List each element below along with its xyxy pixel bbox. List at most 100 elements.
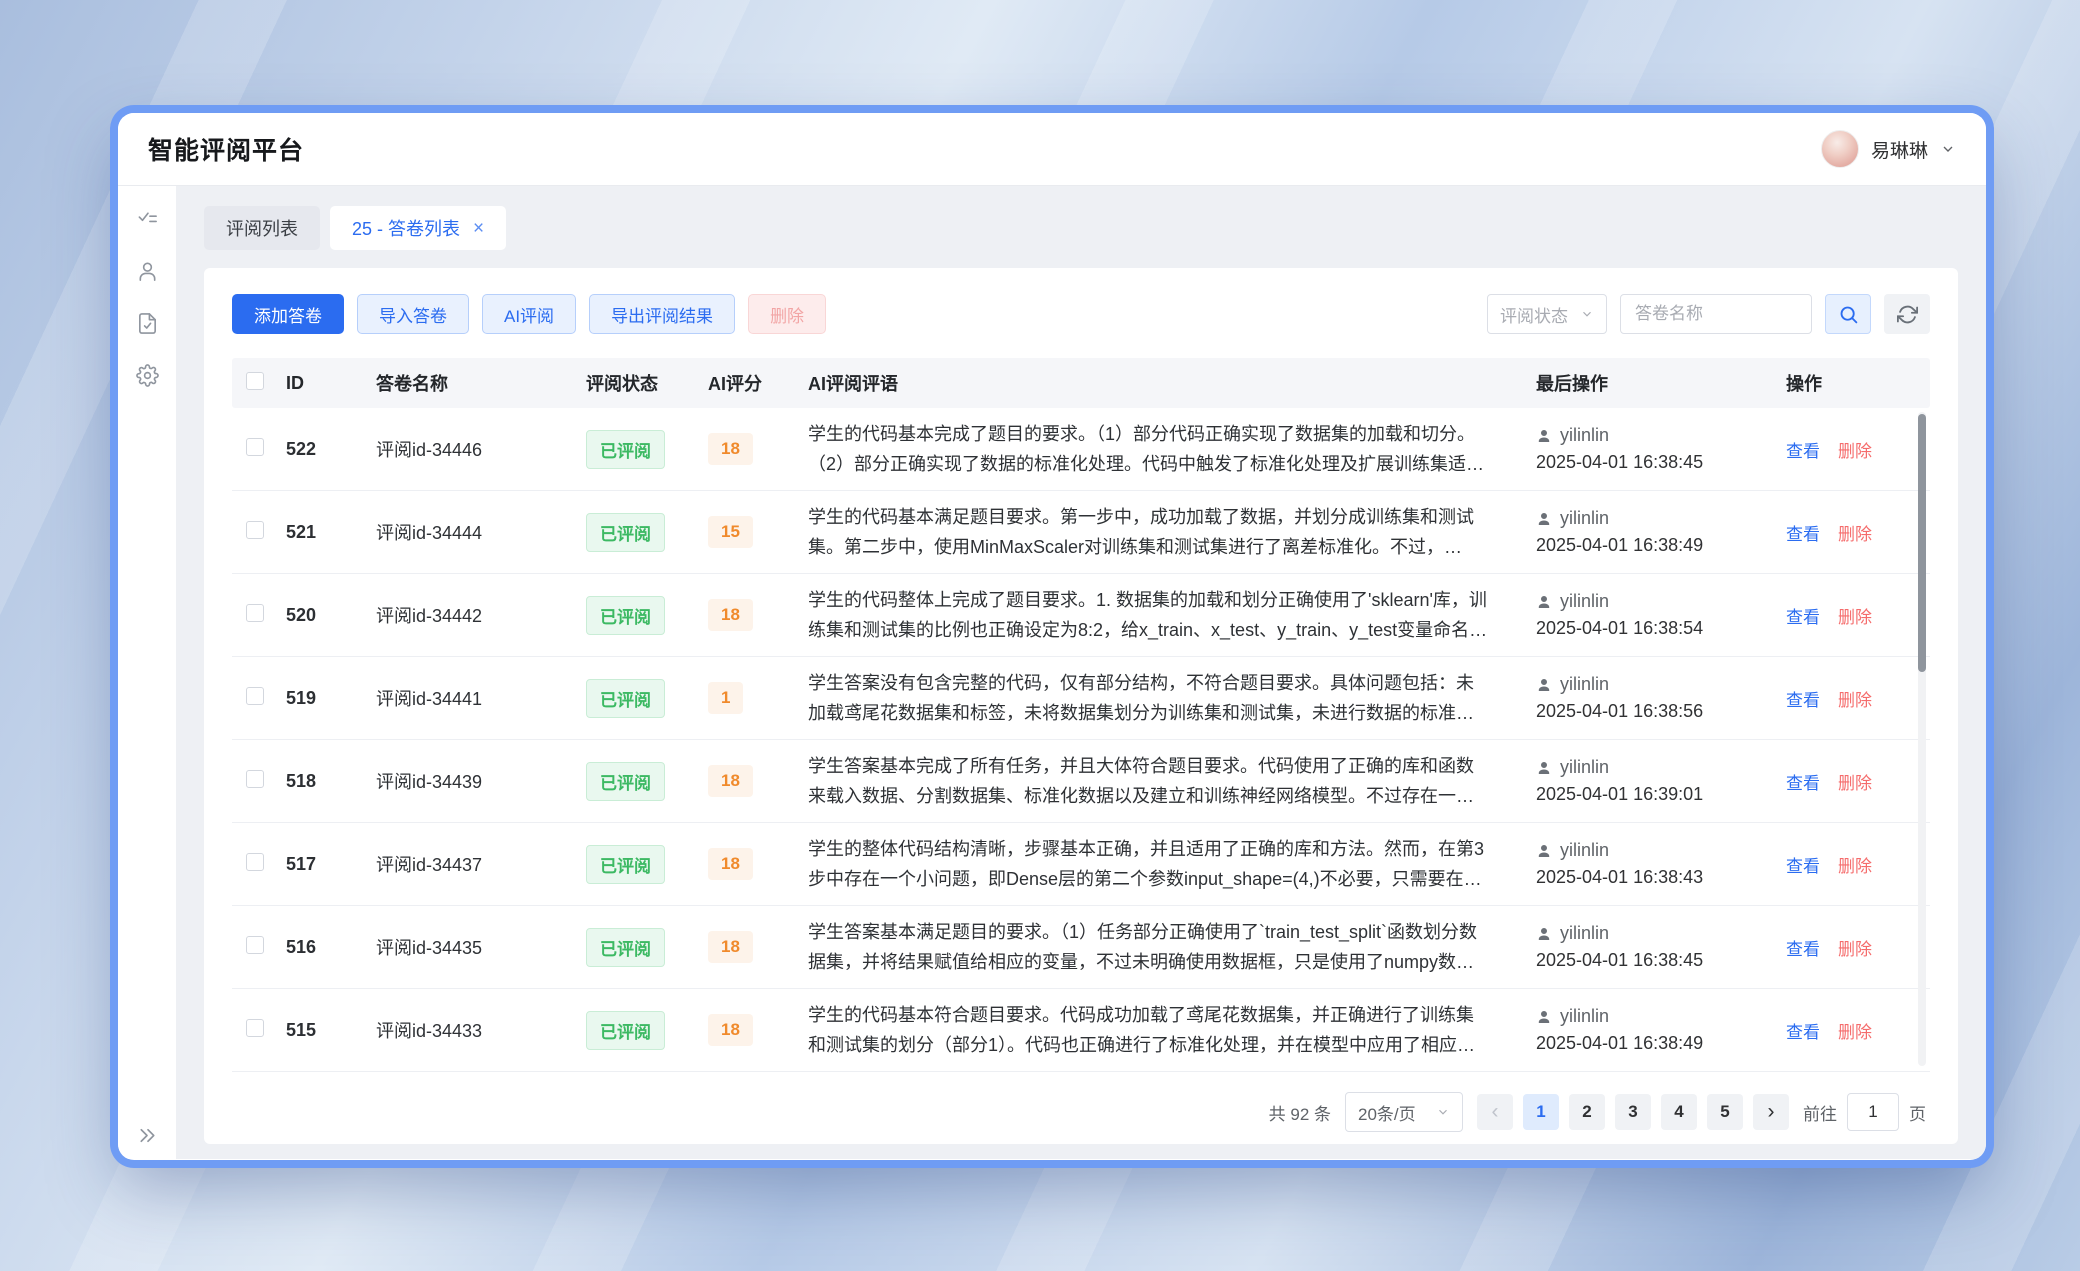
row-checkbox[interactable] — [246, 687, 264, 705]
row-checkbox[interactable] — [246, 936, 264, 954]
row-answer-name: 评阅id-34437 — [376, 851, 586, 877]
row-checkbox[interactable] — [246, 521, 264, 539]
col-ai-score: AI评分 — [708, 370, 808, 396]
review-list-icon[interactable] — [136, 208, 159, 231]
score-badge: 18 — [708, 931, 753, 963]
row-id: 521 — [286, 522, 376, 543]
view-link[interactable]: 查看 — [1786, 1018, 1820, 1043]
view-link[interactable]: 查看 — [1786, 686, 1820, 711]
page-button-5[interactable]: 5 — [1707, 1094, 1743, 1130]
delete-link[interactable]: 删除 — [1838, 1018, 1872, 1043]
user-icon[interactable] — [136, 260, 159, 283]
search-input[interactable] — [1620, 294, 1812, 334]
close-icon[interactable]: × — [473, 219, 484, 238]
status-badge: 已评阅 — [586, 679, 665, 718]
select-placeholder: 评阅状态 — [1500, 302, 1568, 327]
row-checkbox[interactable] — [246, 604, 264, 622]
chevron-down-icon — [1580, 307, 1594, 321]
row-checkbox[interactable] — [246, 1019, 264, 1037]
table-row: 515 评阅id-34433 已评阅 18 学生的代码基本符合题目要求。代码成功… — [232, 989, 1930, 1072]
delete-button[interactable]: 删除 — [748, 294, 826, 334]
ai-comment-text: 学生答案基本满足题目的要求。（1）任务部分正确使用了`train_test_sp… — [808, 917, 1536, 977]
document-check-icon[interactable] — [136, 312, 159, 335]
delete-link[interactable]: 删除 — [1838, 769, 1872, 794]
prev-page-button[interactable]: ‹ — [1477, 1094, 1513, 1130]
page-button-3[interactable]: 3 — [1615, 1094, 1651, 1130]
page-button-2[interactable]: 2 — [1569, 1094, 1605, 1130]
user-icon — [1536, 926, 1552, 942]
content-area: 评阅列表 25 - 答卷列表 × 添加答卷 导入答卷 AI评阅 导出评阅结果 删… — [176, 186, 1986, 1159]
score-badge: 18 — [708, 765, 753, 797]
delete-link[interactable]: 删除 — [1838, 603, 1872, 628]
tab-answer-list[interactable]: 25 - 答卷列表 × — [330, 206, 506, 250]
tab-label: 评阅列表 — [226, 215, 298, 241]
user-icon — [1536, 843, 1552, 859]
goto-suffix: 页 — [1909, 1100, 1926, 1125]
double-chevron-right-icon[interactable] — [136, 1124, 159, 1147]
row-checkbox[interactable] — [246, 770, 264, 788]
avatar[interactable] — [1821, 130, 1859, 168]
view-link[interactable]: 查看 — [1786, 437, 1820, 462]
settings-gear-icon[interactable] — [136, 364, 159, 387]
delete-link[interactable]: 删除 — [1838, 852, 1872, 877]
chevron-down-icon — [1940, 141, 1956, 157]
delete-link[interactable]: 删除 — [1838, 437, 1872, 462]
col-review-status: 评阅状态 — [586, 370, 708, 396]
view-link[interactable]: 查看 — [1786, 769, 1820, 794]
delete-link[interactable]: 删除 — [1838, 935, 1872, 960]
score-badge: 18 — [708, 599, 753, 631]
row-id: 520 — [286, 605, 376, 626]
operation-time: 2025-04-01 16:38:54 — [1536, 618, 1778, 639]
view-link[interactable]: 查看 — [1786, 852, 1820, 877]
chevron-down-icon — [1436, 1105, 1450, 1119]
operator-name: yilinlin — [1560, 591, 1609, 612]
page-button-4[interactable]: 4 — [1661, 1094, 1697, 1130]
operator-name: yilinlin — [1560, 840, 1609, 861]
status-badge: 已评阅 — [586, 1011, 665, 1050]
col-id: ID — [286, 373, 376, 394]
status-badge: 已评阅 — [586, 845, 665, 884]
status-badge: 已评阅 — [586, 513, 665, 552]
goto-label: 前往 — [1803, 1100, 1837, 1125]
export-results-button[interactable]: 导出评阅结果 — [589, 294, 735, 334]
add-answer-button[interactable]: 添加答卷 — [232, 294, 344, 334]
select-all-checkbox[interactable] — [246, 372, 264, 390]
col-actions: 操作 — [1786, 370, 1908, 396]
answers-table: ID 答卷名称 评阅状态 AI评分 AI评阅评语 最后操作 操作 522 评阅i… — [232, 358, 1930, 1072]
view-link[interactable]: 查看 — [1786, 520, 1820, 545]
operation-time: 2025-04-01 16:38:43 — [1536, 867, 1778, 888]
row-answer-name: 评阅id-34444 — [376, 519, 586, 545]
goto-page-input[interactable] — [1847, 1093, 1899, 1131]
score-badge: 18 — [708, 433, 753, 465]
user-menu[interactable]: 易琳琳 — [1821, 130, 1956, 168]
search-button[interactable] — [1825, 294, 1871, 334]
page-size-value: 20条/页 — [1358, 1100, 1416, 1125]
status-badge: 已评阅 — [586, 762, 665, 801]
delete-link[interactable]: 删除 — [1838, 520, 1872, 545]
refresh-button[interactable] — [1884, 294, 1930, 334]
row-answer-name: 评阅id-34439 — [376, 768, 586, 794]
row-checkbox[interactable] — [246, 853, 264, 871]
col-answer-name: 答卷名称 — [376, 370, 586, 396]
view-link[interactable]: 查看 — [1786, 935, 1820, 960]
delete-link[interactable]: 删除 — [1838, 686, 1872, 711]
view-link[interactable]: 查看 — [1786, 603, 1820, 628]
review-status-select[interactable]: 评阅状态 — [1487, 294, 1607, 334]
import-answer-button[interactable]: 导入答卷 — [357, 294, 469, 334]
operation-time: 2025-04-01 16:38:45 — [1536, 950, 1778, 971]
next-page-button[interactable]: › — [1753, 1094, 1789, 1130]
ai-comment-text: 学生的代码基本完成了题目的要求。（1）部分代码正确实现了数据集的加载和切分。（2… — [808, 419, 1536, 479]
page-size-select[interactable]: 20条/页 — [1345, 1092, 1463, 1132]
row-checkbox[interactable] — [246, 438, 264, 456]
row-answer-name: 评阅id-34433 — [376, 1017, 586, 1043]
table-row: 518 评阅id-34439 已评阅 18 学生答案基本完成了所有任务，并且大体… — [232, 740, 1930, 823]
ai-comment-text: 学生的代码整体上完成了题目要求。1. 数据集的加载和划分正确使用了'sklear… — [808, 585, 1536, 645]
scrollbar-thumb[interactable] — [1918, 414, 1926, 672]
user-icon — [1536, 760, 1552, 776]
row-id: 516 — [286, 937, 376, 958]
tab-review-list[interactable]: 评阅列表 — [204, 206, 320, 250]
sidebar — [118, 186, 176, 1159]
table-row: 521 评阅id-34444 已评阅 15 学生的代码基本满足题目要求。第一步中… — [232, 491, 1930, 574]
page-button-1[interactable]: 1 — [1523, 1094, 1559, 1130]
ai-review-button[interactable]: AI评阅 — [482, 294, 576, 334]
